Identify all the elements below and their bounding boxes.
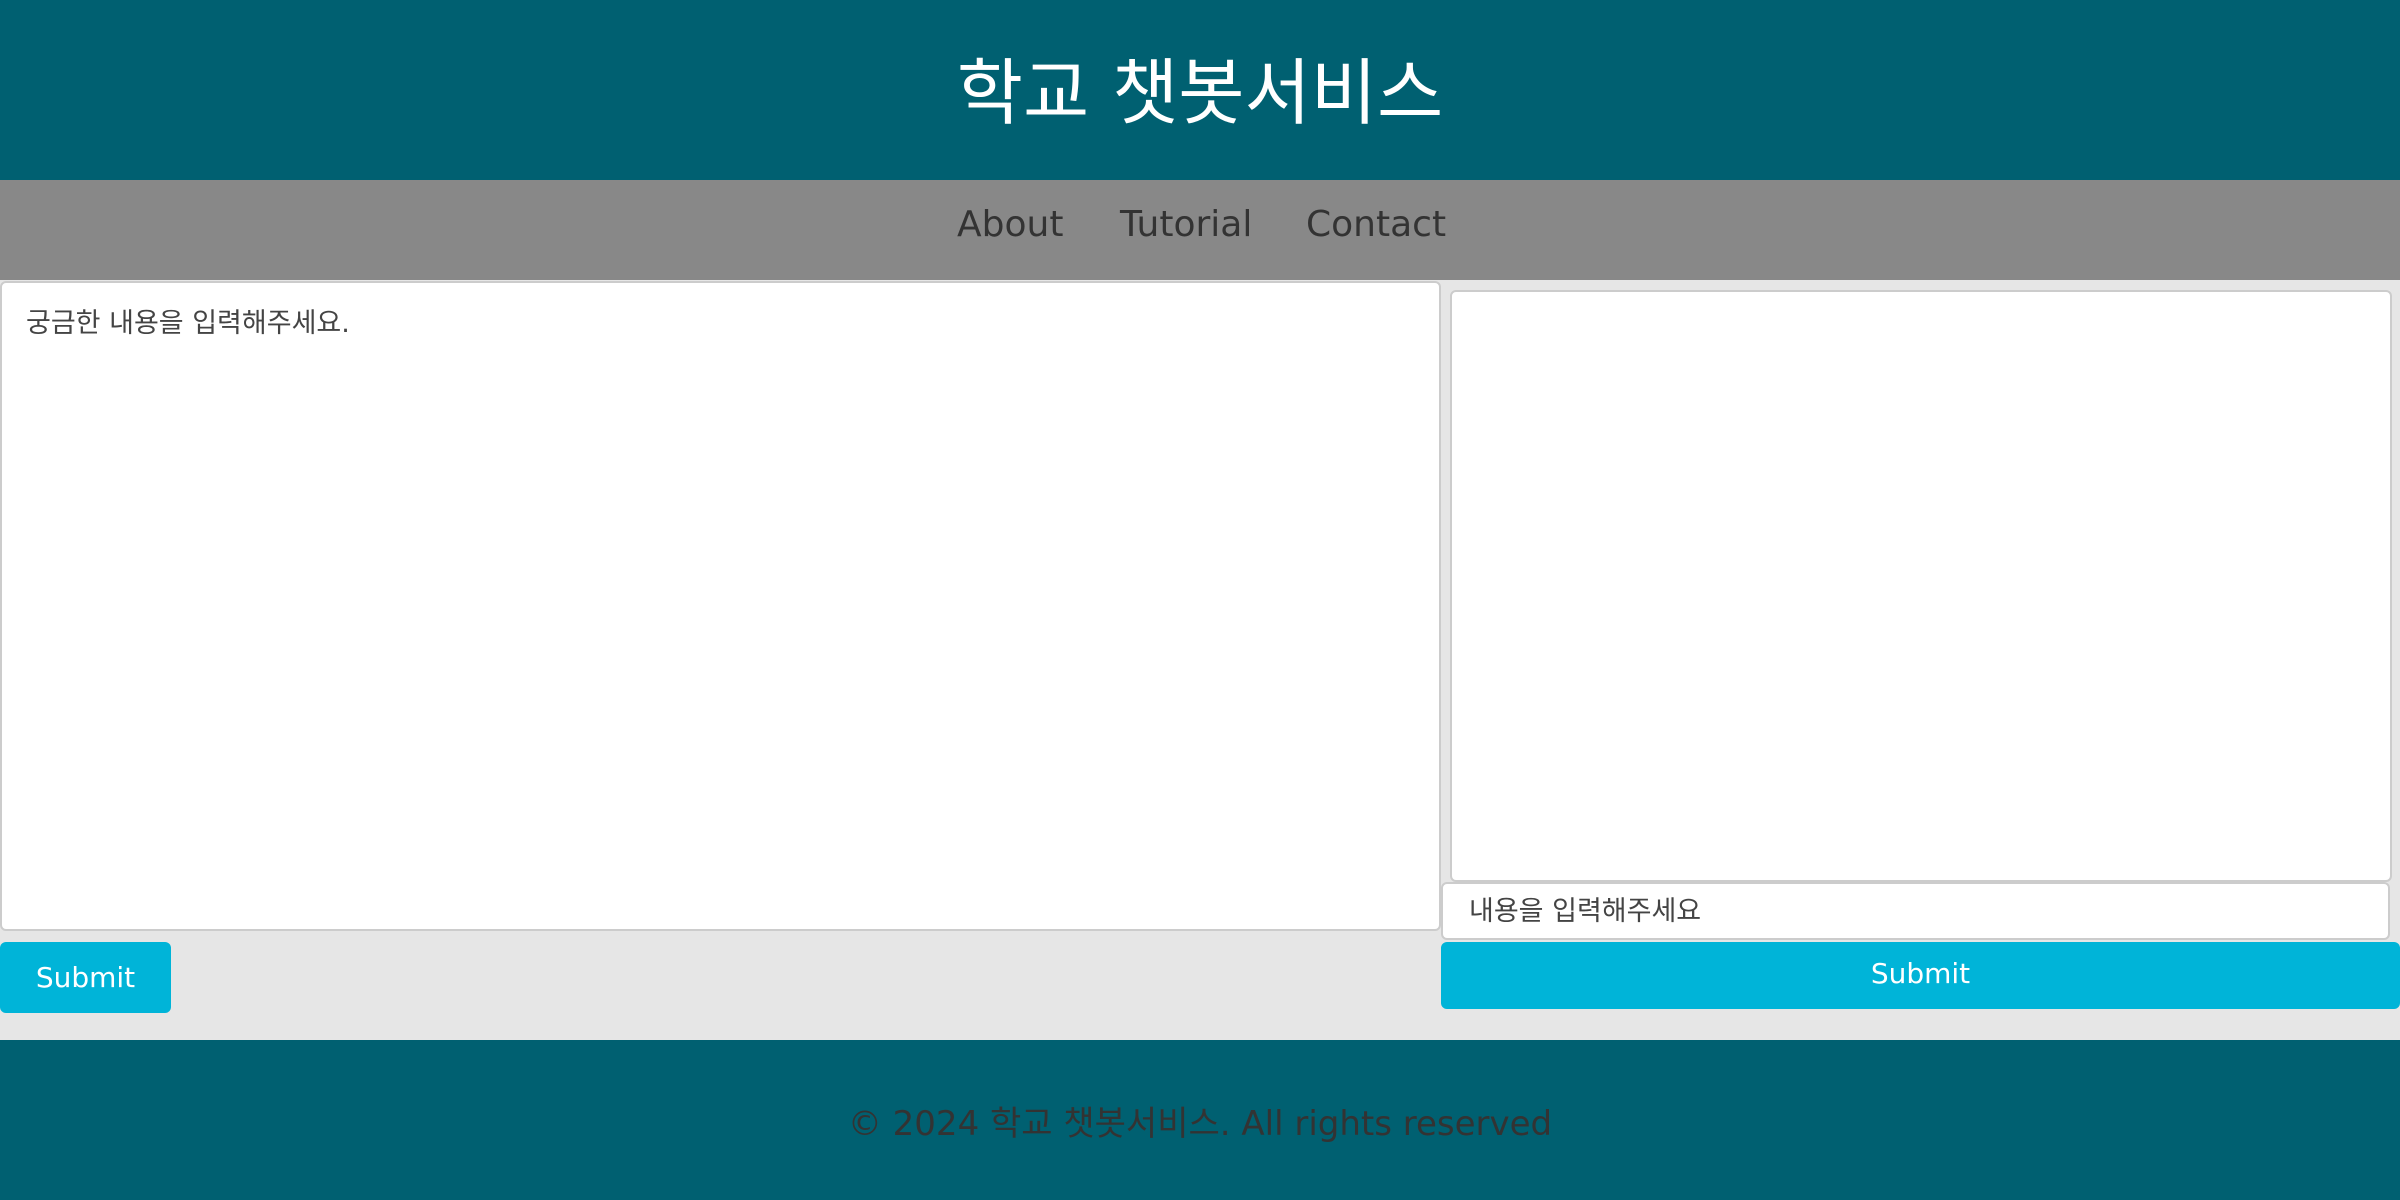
site-header: 학교 챗봇서비스 bbox=[0, 0, 2400, 180]
chat-output-area bbox=[1450, 290, 2392, 882]
nav-link-contact[interactable]: Contact bbox=[1306, 180, 1446, 280]
page-title: 학교 챗봇서비스 bbox=[956, 50, 1444, 135]
nav-link-about[interactable]: About bbox=[957, 180, 1063, 280]
nav-link-tutorial[interactable]: Tutorial bbox=[1120, 180, 1252, 280]
chat-input[interactable] bbox=[1441, 882, 2390, 940]
copyright-text: © 2024 학교 챗봇서비스. All rights reserved bbox=[847, 1103, 1553, 1144]
right-submit-label: Submit bbox=[1870, 957, 1971, 990]
site-footer: © 2024 학교 챗봇서비스. All rights reserved bbox=[0, 1040, 2400, 1200]
right-submit-button[interactable]: Submit bbox=[1441, 942, 2400, 1009]
left-submit-button[interactable]: Submit bbox=[0, 942, 171, 1013]
question-textarea[interactable] bbox=[0, 281, 1441, 931]
main-nav: About Tutorial Contact bbox=[0, 180, 2400, 280]
